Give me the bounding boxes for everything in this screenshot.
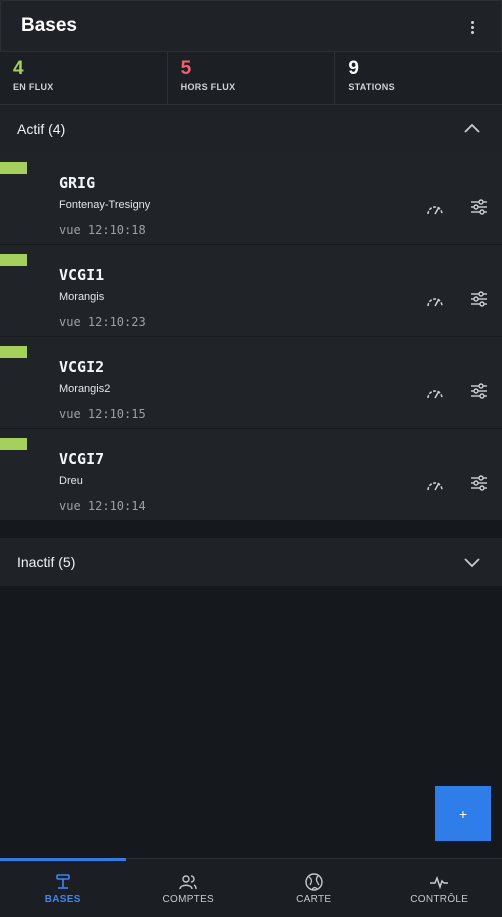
globe-icon	[305, 873, 323, 891]
app-bar: Bases	[0, 0, 502, 52]
chevron-down-icon	[464, 558, 480, 568]
gauge-icon[interactable]	[426, 202, 444, 216]
section-active-header[interactable]: Actif (4)	[0, 105, 502, 153]
tab-carte[interactable]: CARTE	[251, 859, 377, 917]
stat-label: HORS FLUX	[180, 82, 236, 92]
stat-value: 9	[348, 58, 359, 79]
base-row[interactable]: GRIG Fontenay-Tresigny vue 12:10:18	[0, 153, 502, 245]
sliders-icon[interactable]	[470, 383, 488, 399]
stat-value: 4	[13, 58, 24, 79]
base-name: Dreu	[59, 475, 83, 487]
last-seen: vue 12:10:18	[59, 223, 146, 237]
last-seen: vue 12:10:14	[59, 499, 146, 513]
base-code: GRIG	[59, 174, 96, 192]
tab-label: COMPTES	[162, 894, 215, 905]
section-active-label: Actif (4)	[17, 121, 66, 137]
base-code: VCGI7	[59, 450, 105, 468]
status-flag	[0, 346, 27, 358]
base-name: Morangis2	[59, 383, 111, 395]
tab-bases[interactable]: BASES	[0, 858, 126, 917]
page-title: Bases	[21, 15, 77, 36]
sliders-icon[interactable]	[470, 199, 488, 215]
users-icon	[179, 875, 197, 890]
base-code: VCGI1	[59, 266, 105, 284]
base-row[interactable]: VCGI2 Morangis2 vue 12:10:15	[0, 337, 502, 429]
gauge-icon[interactable]	[426, 478, 444, 492]
base-row[interactable]: VCGI7 Dreu vue 12:10:14	[0, 429, 502, 521]
tab-controle[interactable]: CONTRÔLE	[377, 859, 502, 917]
tab-label: CARTE	[296, 894, 332, 905]
last-seen: vue 12:10:23	[59, 315, 146, 329]
base-list: GRIG Fontenay-Tresigny vue 12:10:18 VCGI…	[0, 153, 502, 521]
base-row[interactable]: VCGI1 Morangis vue 12:10:23	[0, 245, 502, 337]
base-name: Fontenay-Tresigny	[59, 199, 151, 211]
more-vertical-icon[interactable]	[465, 17, 479, 37]
status-flag	[0, 254, 27, 266]
status-flag	[0, 162, 27, 174]
gauge-icon[interactable]	[426, 386, 444, 400]
section-inactive-header[interactable]: Inactif (5)	[0, 538, 502, 586]
chevron-up-icon	[464, 123, 480, 133]
gauge-icon[interactable]	[426, 294, 444, 308]
add-base-button[interactable]: +	[435, 786, 491, 841]
pulse-icon	[430, 875, 449, 890]
stat-label: EN FLUX	[13, 82, 54, 92]
tab-label: BASES	[44, 894, 81, 905]
base-code: VCGI2	[59, 358, 105, 376]
sliders-icon[interactable]	[470, 475, 488, 491]
stat-en-flux: 4 EN FLUX	[0, 52, 168, 104]
stat-hors-flux: 5 HORS FLUX	[168, 52, 336, 104]
stat-value: 5	[180, 58, 192, 79]
base-name: Morangis	[59, 291, 105, 303]
bottom-nav: BASES COMPTES CARTE CONTRÔLE	[0, 858, 502, 917]
stat-stations: 9 STATIONS	[335, 52, 502, 104]
tab-label: CONTRÔLE	[410, 894, 469, 905]
stats-bar: 4 EN FLUX 5 HORS FLUX 9 STATIONS	[0, 52, 502, 105]
status-flag	[0, 438, 27, 450]
base-station-icon	[55, 874, 70, 889]
stat-label: STATIONS	[348, 82, 395, 92]
tab-comptes[interactable]: COMPTES	[126, 859, 252, 917]
section-inactive-label: Inactif (5)	[17, 554, 76, 570]
sliders-icon[interactable]	[470, 291, 488, 307]
last-seen: vue 12:10:15	[59, 407, 146, 421]
